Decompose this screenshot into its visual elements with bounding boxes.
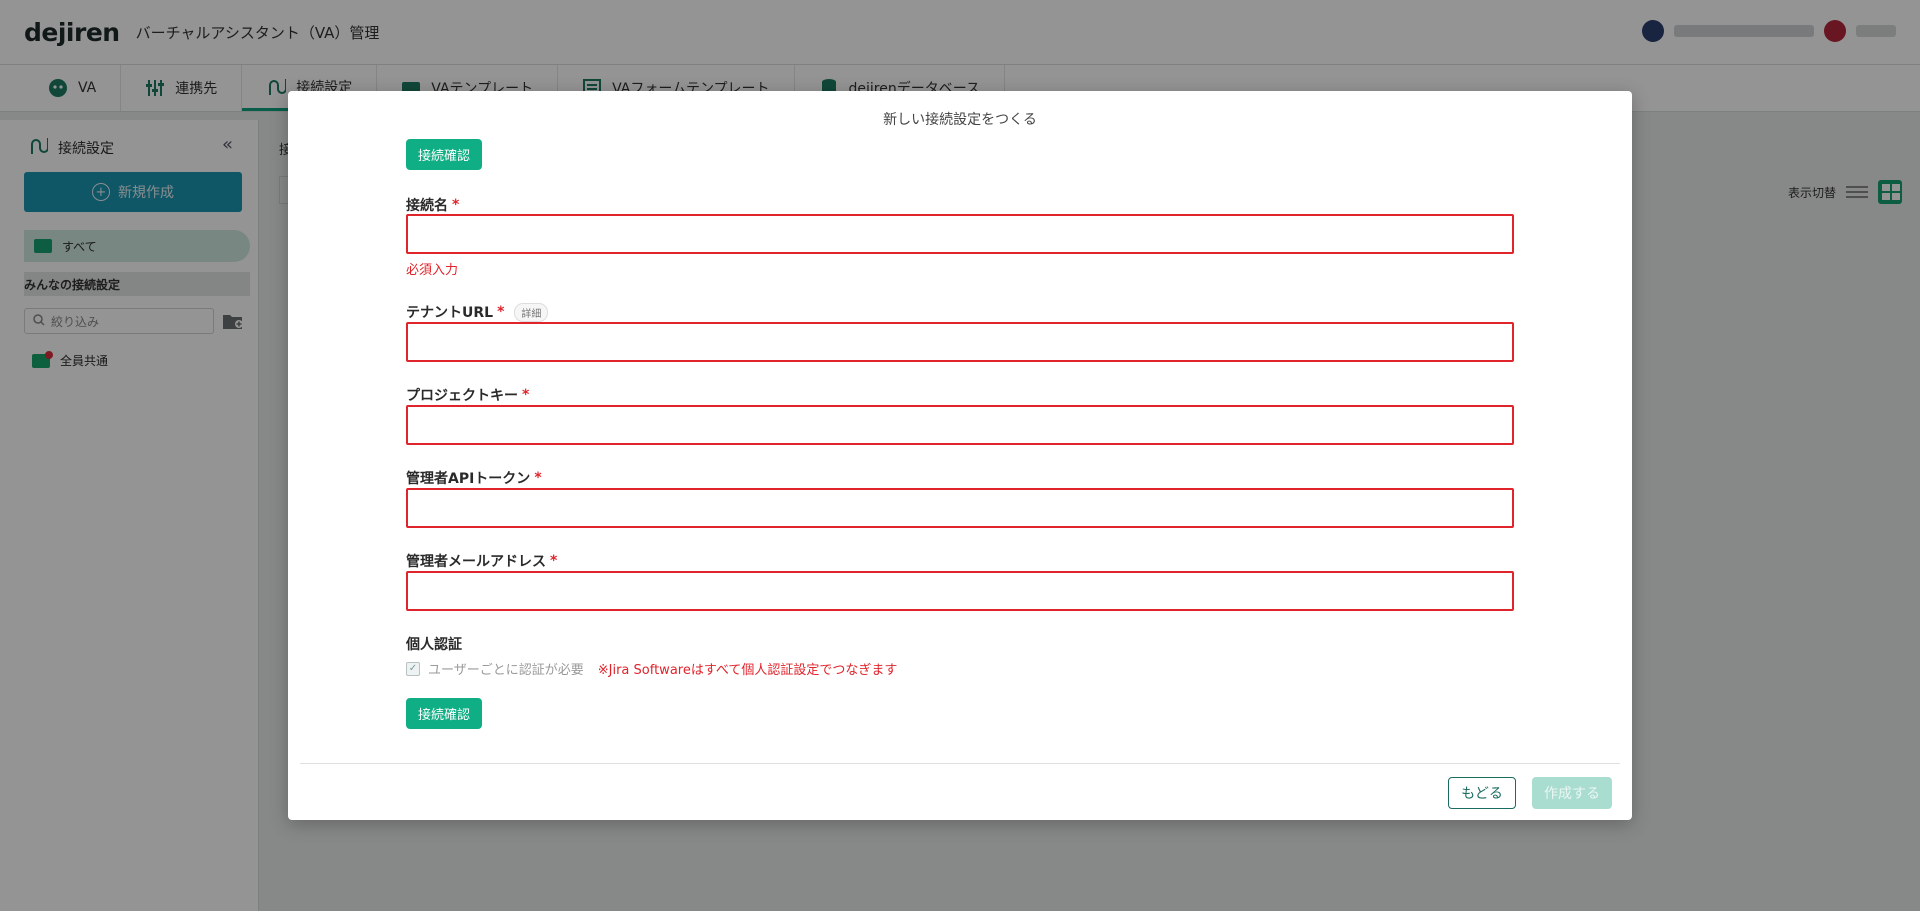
- required-mark: *: [497, 304, 505, 320]
- admin-api-token-input[interactable]: [406, 488, 1514, 528]
- connection-check-button[interactable]: 接続確認: [406, 139, 483, 170]
- personal-auth-row: ✓ ユーザーごとに認証が必要 ※Jira Softwareはすべて個人認証設定で…: [406, 659, 897, 678]
- label-text: 管理者メールアドレス: [406, 554, 546, 570]
- label-text: プロジェクトキー: [406, 388, 518, 404]
- tenant-url-input[interactable]: [406, 322, 1514, 362]
- required-mark: *: [550, 553, 558, 569]
- connection-check-button-bottom[interactable]: 接続確認: [406, 698, 483, 729]
- detail-chip[interactable]: 詳細: [514, 302, 549, 322]
- create-button[interactable]: 作成する: [1532, 777, 1612, 809]
- required-mark: *: [522, 387, 530, 403]
- label-text: 管理者APIトークン: [406, 471, 531, 487]
- back-button[interactable]: もどる: [1448, 777, 1516, 809]
- dialog-title: 新しい接続設定をつくる: [883, 112, 1037, 128]
- field-label-connection-name: 接続名 *: [406, 195, 459, 215]
- required-mark: *: [534, 470, 542, 486]
- field-label-tenant-url: テナントURL * 詳細: [406, 302, 549, 322]
- connection-name-input[interactable]: [406, 214, 1514, 254]
- project-key-input[interactable]: [406, 405, 1514, 445]
- new-connection-dialog: 新しい接続設定をつくる 接続確認 接続名 * 必須入力 テナントURL * 詳細…: [288, 91, 1632, 820]
- connection-name-error: 必須入力: [406, 263, 459, 278]
- divider: [300, 763, 1620, 764]
- personal-auth-checkbox[interactable]: ✓: [406, 661, 420, 676]
- label-text: 接続名: [406, 198, 448, 214]
- field-label-admin-api-token: 管理者APIトークン *: [406, 468, 542, 488]
- personal-auth-note: ※Jira Softwareはすべて個人認証設定でつなぎます: [597, 663, 898, 678]
- admin-email-input[interactable]: [406, 571, 1514, 611]
- label-text: 個人認証: [406, 637, 462, 653]
- label-text: テナントURL: [406, 305, 494, 321]
- personal-auth-label: 個人認証: [406, 634, 462, 654]
- personal-auth-checkbox-label: ユーザーごとに認証が必要: [428, 663, 584, 678]
- field-label-admin-email: 管理者メールアドレス *: [406, 551, 557, 571]
- required-mark: *: [452, 197, 460, 213]
- field-label-project-key: プロジェクトキー *: [406, 385, 529, 405]
